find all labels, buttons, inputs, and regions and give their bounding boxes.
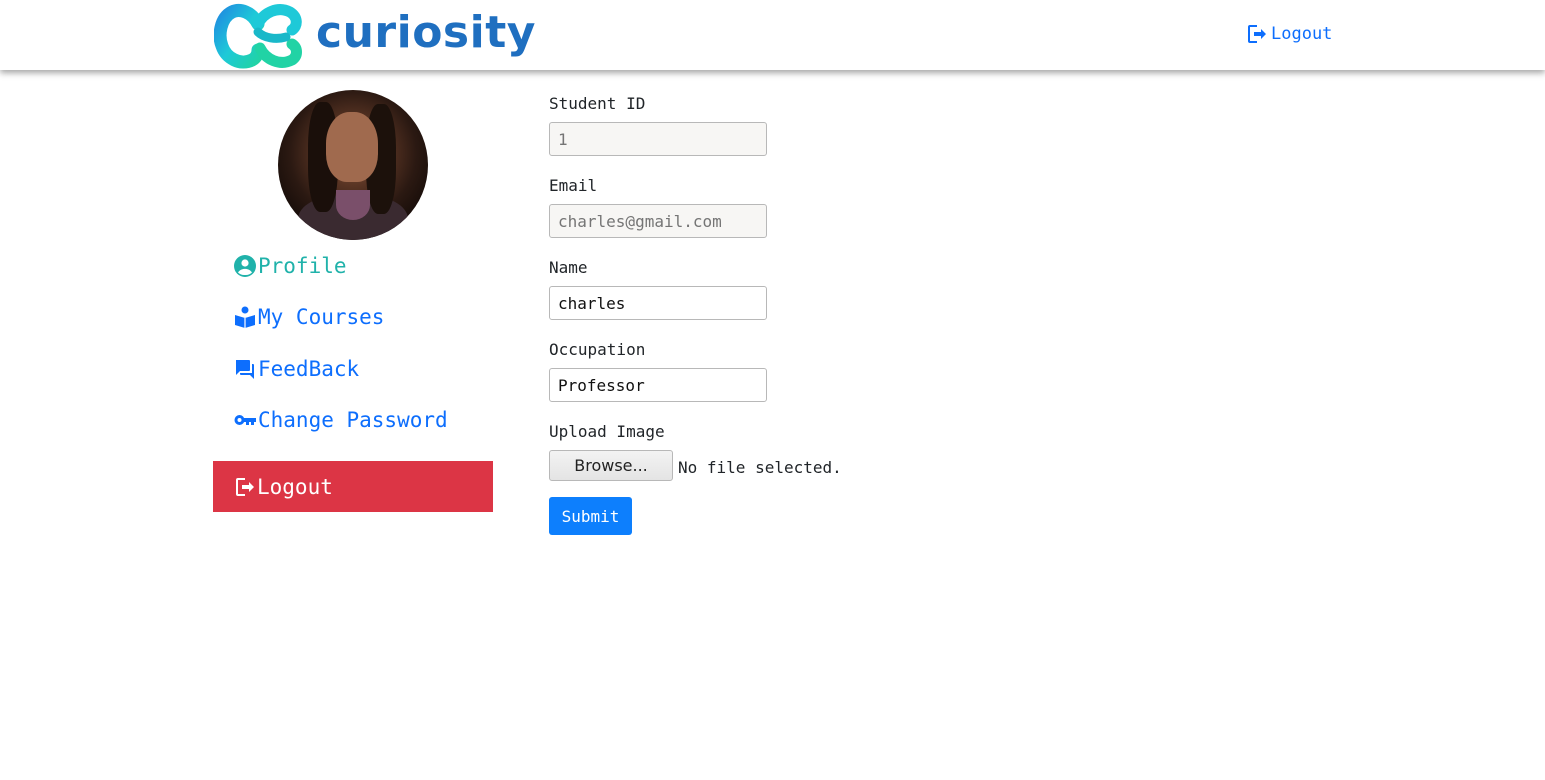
browse-button[interactable]: Browse... <box>549 450 673 481</box>
sidebar-logout-button[interactable]: Logout <box>213 461 493 512</box>
sidebar-item-label: FeedBack <box>258 357 360 381</box>
email-label: Email <box>549 176 598 195</box>
sidebar-item-my-courses[interactable]: My Courses <box>233 302 384 332</box>
logout-icon <box>236 477 254 496</box>
name-field[interactable] <box>549 286 767 320</box>
upload-image-label: Upload Image <box>549 422 665 441</box>
sidebar-item-feedback[interactable]: FeedBack <box>233 354 359 384</box>
sidebar-item-profile[interactable]: Profile <box>233 251 347 281</box>
name-label: Name <box>549 258 588 277</box>
top-navbar: curiosity Logout <box>0 0 1545 70</box>
sidebar-item-label: Profile <box>258 254 347 278</box>
sidebar-item-label: Change Password <box>258 408 448 432</box>
forum-icon <box>236 360 254 379</box>
sidebar-item-change-password[interactable]: Change Password <box>233 405 448 435</box>
sidebar-logout-label: Logout <box>257 474 333 499</box>
student-id-field[interactable] <box>549 122 767 156</box>
book-reader-icon <box>235 306 255 328</box>
key-icon <box>234 415 256 425</box>
brand-name: curiosity <box>316 7 536 58</box>
brand-logo[interactable]: curiosity <box>214 2 536 70</box>
account-circle-icon <box>234 255 256 277</box>
curiosity-logo-icon <box>214 4 302 69</box>
occupation-label: Occupation <box>549 340 646 359</box>
header-logout-label: Logout <box>1271 24 1333 44</box>
avatar <box>278 90 428 240</box>
sidebar-item-label: My Courses <box>258 305 385 329</box>
header-logout-link[interactable]: Logout <box>1245 22 1332 46</box>
student-id-label: Student ID <box>549 94 646 113</box>
file-status-text: No file selected. <box>678 458 842 477</box>
email-field[interactable] <box>549 204 767 238</box>
occupation-field[interactable] <box>549 368 767 402</box>
logout-icon <box>1248 25 1266 43</box>
submit-button[interactable]: Submit <box>549 497 632 535</box>
